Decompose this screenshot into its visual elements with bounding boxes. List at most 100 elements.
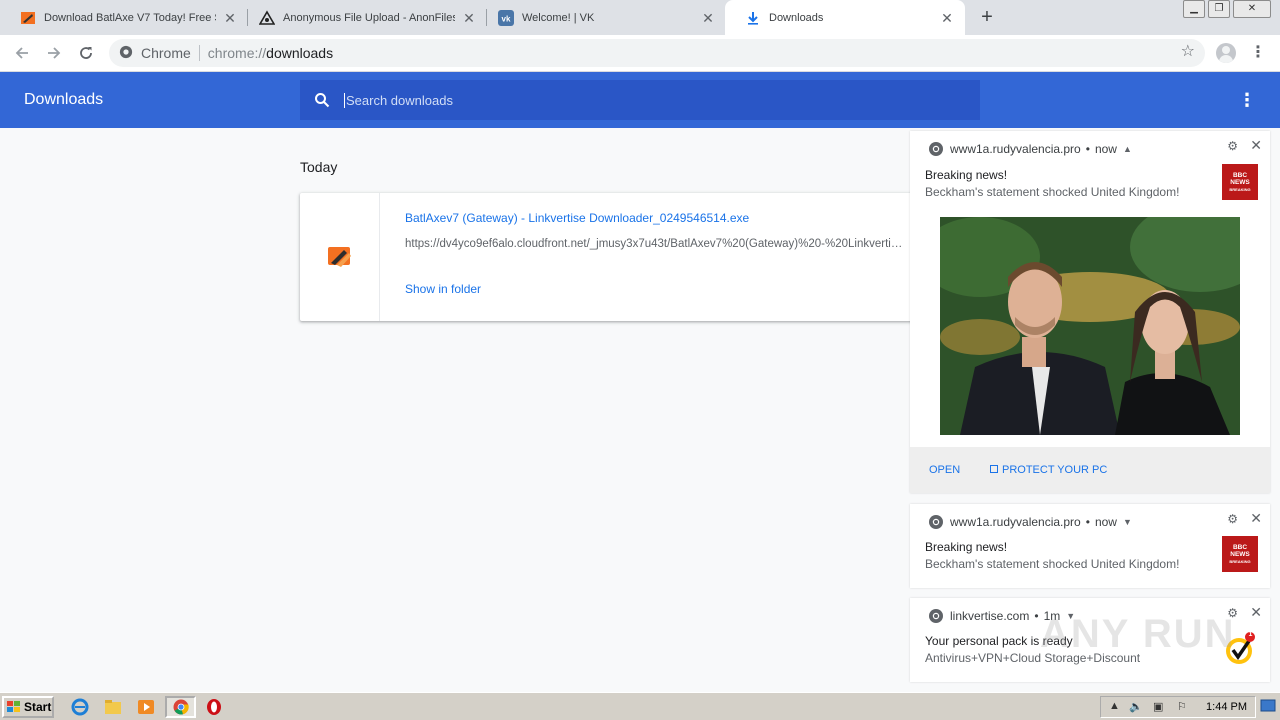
close-icon[interactable]: ✕: [700, 10, 716, 26]
minimize-button[interactable]: ▁: [1183, 0, 1205, 18]
tab-anonfiles[interactable]: Anonymous File Upload - AnonFiles ✕: [239, 0, 487, 35]
clock: 1:44 PM: [1206, 701, 1247, 713]
browser-toolbar: Chrome chrome:// downloads ☆ ⋮: [0, 35, 1280, 72]
notification-origin: www1a.rudyvalencia.pro: [950, 515, 1081, 529]
taskbar: Start ▲ 🔈 ▣ ⚐ 1:44 PM: [0, 692, 1280, 720]
source-url[interactable]: https://dv4yco9ef6alo.cloudfront.net/_jm…: [405, 238, 905, 250]
batlaxe-icon: [20, 10, 36, 26]
notification-title: Breaking news!: [925, 168, 1008, 182]
notification-body: Beckham's statement shocked United Kingd…: [925, 185, 1180, 199]
notification-header: www1a.rudyvalencia.pro • now ▼: [928, 514, 1132, 530]
vk-icon: vk: [498, 9, 514, 26]
notification-rudyvalencia-expanded[interactable]: www1a.rudyvalencia.pro • now ▲ ⚙ ✕ Break…: [910, 131, 1270, 493]
protect-your-pc-label: PROTECT YOUR PC: [1002, 464, 1108, 476]
download-item: BatlAxev7 (Gateway) - Linkvertise Downlo…: [300, 193, 940, 321]
profile-avatar[interactable]: [1216, 43, 1236, 63]
downloads-header: Downloads ⋮: [0, 72, 1280, 128]
gear-icon[interactable]: ⚙: [1227, 139, 1238, 153]
file-icon-column: [300, 193, 380, 321]
opera-icon[interactable]: [205, 698, 223, 716]
tab-title: Anonymous File Upload - AnonFiles: [283, 11, 455, 24]
open-button[interactable]: OPEN: [929, 464, 960, 476]
tab-title: Welcome! | VK: [522, 11, 595, 24]
chrome-icon: [173, 699, 189, 715]
search-icon: [314, 92, 330, 108]
chrome-menu-icon[interactable]: ⋮: [1250, 43, 1266, 63]
close-icon[interactable]: ✕: [461, 10, 477, 26]
show-desktop-icon[interactable]: [1260, 697, 1276, 717]
chrome-icon: [928, 514, 944, 530]
close-icon[interactable]: ✕: [939, 10, 955, 26]
chrome-icon: [928, 608, 944, 624]
notification-origin: linkvertise.com: [950, 609, 1030, 623]
restore-button[interactable]: ❐: [1208, 0, 1230, 18]
separator-dot: •: [1034, 609, 1039, 623]
gear-icon[interactable]: ⚙: [1227, 512, 1238, 526]
more-actions-icon[interactable]: ⋮: [1238, 90, 1256, 110]
reload-icon[interactable]: [74, 41, 98, 65]
search-input[interactable]: [344, 92, 980, 108]
tab-title: Download BatlAxe V7 Today! Free Sp: [44, 11, 216, 24]
media-player-icon[interactable]: [137, 698, 155, 716]
windows-logo-icon: [7, 701, 21, 713]
tab-title: Downloads: [769, 11, 824, 24]
address-bar[interactable]: Chrome chrome:// downloads ☆: [109, 39, 1205, 67]
tab-vk[interactable]: vk Welcome! | VK ✕: [478, 0, 726, 35]
protect-your-pc-button[interactable]: PROTECT YOUR PC: [990, 464, 1107, 476]
file-name-link[interactable]: BatlAxev7 (Gateway) - Linkvertise Downlo…: [405, 211, 749, 225]
notification-time: now: [1094, 515, 1117, 529]
chrome-icon: [928, 141, 944, 157]
forward-icon[interactable]: [42, 41, 66, 65]
back-icon[interactable]: [10, 41, 34, 65]
badge-count: 1: [1248, 631, 1253, 638]
chevron-up-icon[interactable]: ▲: [1123, 144, 1132, 154]
tray-expand-icon[interactable]: ▲: [1109, 700, 1120, 712]
tab-strip: Download BatlAxe V7 Today! Free Sp ✕ Ano…: [0, 0, 1280, 35]
tab-downloads[interactable]: Downloads ✕: [725, 0, 965, 35]
system-tray: ▲ 🔈 ▣ ⚐ 1:44 PM: [1100, 696, 1256, 718]
svg-text:vk: vk: [502, 14, 511, 23]
tab-batlaxe[interactable]: Download BatlAxe V7 Today! Free Sp ✕: [0, 0, 248, 35]
security-label: Chrome: [141, 45, 191, 61]
search-box[interactable]: [300, 80, 980, 120]
notification-rudyvalencia[interactable]: www1a.rudyvalencia.pro • now ▼ ⚙ ✕ Break…: [910, 504, 1270, 588]
close-icon[interactable]: ✕: [1250, 137, 1262, 154]
checkbox-icon: [990, 465, 998, 473]
notification-title: Breaking news!: [925, 540, 1008, 554]
url-host: downloads: [266, 45, 334, 61]
notification-actions: OPEN PROTECT YOUR PC: [910, 447, 1270, 493]
file-explorer-icon[interactable]: [104, 698, 122, 716]
close-window-button[interactable]: ✕: [1233, 0, 1271, 18]
volume-icon[interactable]: 🔈: [1129, 700, 1143, 713]
anyrun-watermark: ANY RUN: [1040, 612, 1236, 656]
internet-explorer-icon[interactable]: [71, 698, 89, 716]
divider: [198, 45, 200, 61]
chrome-icon: [119, 45, 133, 62]
chevron-down-icon[interactable]: ▼: [1123, 517, 1132, 527]
exe-file-icon: [327, 243, 353, 269]
notification-header: www1a.rudyvalencia.pro • now ▲: [928, 141, 1132, 157]
close-icon[interactable]: ✕: [1250, 510, 1262, 527]
bbc-news-logo: BBC NEWS BREAKING: [1222, 536, 1258, 572]
start-label: Start: [24, 700, 52, 714]
notification-time: now: [1094, 142, 1117, 156]
separator-dot: •: [1085, 515, 1090, 529]
page-title: Downloads: [24, 91, 104, 108]
action-center-flag-icon[interactable]: ⚐: [1177, 700, 1187, 713]
url-scheme: chrome://: [207, 45, 267, 61]
new-tab-button[interactable]: +: [976, 6, 998, 28]
separator-dot: •: [1085, 142, 1090, 156]
taskbar-chrome-button[interactable]: [165, 696, 196, 718]
notification-image: [940, 217, 1240, 435]
date-group-label: Today: [300, 159, 338, 175]
close-icon[interactable]: ✕: [1250, 604, 1262, 621]
show-in-folder-link[interactable]: Show in folder: [405, 282, 481, 296]
close-icon[interactable]: ✕: [222, 10, 238, 26]
bookmark-star-icon[interactable]: ☆: [1181, 41, 1195, 61]
notification-origin: www1a.rudyvalencia.pro: [950, 142, 1081, 156]
start-button[interactable]: Start: [2, 696, 54, 718]
notification-body: Beckham's statement shocked United Kingd…: [925, 557, 1180, 571]
bbc-news-logo: BBC NEWS BREAKING: [1222, 164, 1258, 200]
network-icon[interactable]: ▣: [1153, 700, 1163, 713]
anonfiles-icon: [259, 9, 275, 26]
